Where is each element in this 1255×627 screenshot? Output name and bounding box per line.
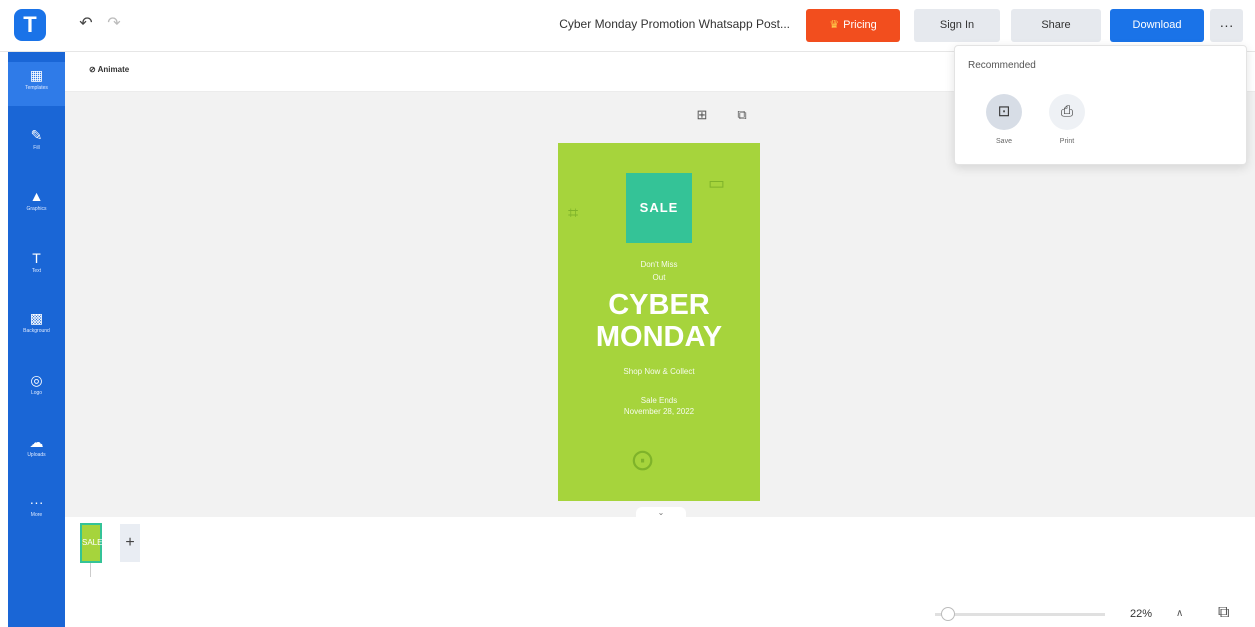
controller-decoration-icon: ⊙ bbox=[630, 444, 656, 477]
background-icon: ▩ bbox=[29, 310, 44, 326]
chevron-down-icon: ⌄ bbox=[657, 508, 665, 517]
pricing-button[interactable]: ♛ Pricing bbox=[806, 9, 900, 42]
pricing-label: Pricing bbox=[843, 19, 877, 31]
undo-icon[interactable]: ↶ bbox=[76, 14, 96, 34]
thumbnail-marker bbox=[90, 563, 91, 577]
animate-button[interactable]: ⊘ Animate bbox=[89, 65, 129, 74]
zoom-slider[interactable] bbox=[935, 613, 1105, 616]
text-icon: T bbox=[32, 250, 41, 266]
dropdown-heading: Recommended bbox=[968, 60, 1036, 71]
share-button[interactable]: Share bbox=[1011, 9, 1101, 42]
sidebar-item-background[interactable]: ▩ Background bbox=[8, 305, 65, 349]
print-option[interactable]: ⎙ Print bbox=[1042, 94, 1092, 145]
sidebar-item-graphics[interactable]: ▲ Graphics bbox=[8, 183, 65, 227]
sidebar-item-logo[interactable]: ◎ Logo bbox=[8, 367, 65, 411]
save-option[interactable]: ⊡ Save bbox=[979, 94, 1029, 145]
sidebar-item-label: Fill bbox=[33, 145, 40, 151]
design-canvas[interactable]: ⌗ ▭ ⊙ SALE Don't Miss Out CYBER MONDAY S… bbox=[558, 143, 760, 501]
sidebar-item-text[interactable]: T Text bbox=[8, 245, 65, 289]
app-logo[interactable]: T bbox=[14, 9, 46, 41]
sidebar-item-label: Uploads bbox=[27, 452, 46, 458]
sign-in-button[interactable]: Sign In bbox=[914, 9, 1000, 42]
poster-line5[interactable]: November 28, 2022 bbox=[558, 407, 760, 416]
more-icon: ··· bbox=[29, 494, 44, 510]
poster-headline1[interactable]: CYBER bbox=[558, 289, 760, 321]
animate-icon: ⊘ bbox=[89, 65, 98, 74]
sidebar-item-label: Graphics bbox=[26, 206, 47, 212]
download-dropdown: Recommended ⊡ Save ⎙ Print bbox=[954, 45, 1247, 165]
chevron-up-icon[interactable]: ∧ bbox=[1176, 608, 1183, 619]
sidebar-item-uploads[interactable]: ☁ Uploads bbox=[8, 429, 65, 473]
zoom-slider-handle[interactable] bbox=[941, 607, 955, 621]
poster-line2[interactable]: Out bbox=[558, 273, 760, 282]
sidebar-item-label: Text bbox=[31, 268, 42, 274]
print-label: Print bbox=[1059, 138, 1075, 145]
save-icon: ⊡ bbox=[986, 94, 1022, 130]
document-title[interactable]: Cyber Monday Promotion Whatsapp Post... bbox=[520, 17, 790, 31]
sidebar-item-fill[interactable]: ✎ Fill bbox=[8, 122, 65, 166]
sidebar-item-label: Templates bbox=[25, 85, 48, 91]
templates-icon: ▦ bbox=[29, 67, 44, 83]
poster-line1[interactable]: Don't Miss bbox=[558, 260, 760, 269]
sidebar-item-label: Logo bbox=[30, 390, 43, 396]
logo-icon: ◎ bbox=[30, 372, 43, 388]
print-icon: ⎙ bbox=[1049, 94, 1085, 130]
redo-icon[interactable]: ↷ bbox=[104, 14, 124, 34]
monitor-decoration-icon: ▭ bbox=[708, 173, 726, 193]
add-page-icon[interactable]: ⊞ bbox=[695, 108, 709, 122]
cloud-upload-icon: ☁ bbox=[29, 434, 44, 450]
save-label: Save bbox=[996, 138, 1012, 145]
poster-headline2[interactable]: MONDAY bbox=[558, 321, 760, 353]
sidebar-item-templates[interactable]: ▦ Templates bbox=[8, 62, 65, 106]
gamepad-decoration-icon: ⌗ bbox=[568, 203, 579, 223]
poster-line4[interactable]: Sale Ends bbox=[558, 396, 760, 405]
sidebar: ▦ Templates ✎ Fill ▲ Graphics T Text ▩ Backgr… bbox=[8, 52, 65, 627]
zoom-level[interactable]: 22% bbox=[1130, 608, 1152, 620]
download-button[interactable]: Download bbox=[1110, 9, 1204, 42]
crown-icon: ♛ bbox=[829, 19, 840, 31]
animate-label: Animate bbox=[97, 65, 130, 74]
thumbnail-sale-text: SALE bbox=[82, 538, 103, 547]
sidebar-item-more[interactable]: ··· More bbox=[8, 489, 65, 533]
duplicate-icon[interactable]: ⧉ bbox=[735, 108, 749, 122]
page-thumbnail[interactable]: SALE bbox=[80, 523, 102, 563]
sale-badge[interactable]: SALE bbox=[626, 173, 692, 243]
sidebar-item-label: Background bbox=[23, 328, 50, 334]
add-page-button[interactable]: + bbox=[120, 524, 140, 562]
fill-icon: ✎ bbox=[30, 127, 43, 143]
pages-icon[interactable]: ⧉ bbox=[1218, 604, 1229, 622]
sidebar-item-label: More bbox=[30, 512, 43, 518]
page-thumbnails bbox=[65, 517, 1255, 627]
poster-line3[interactable]: Shop Now & Collect bbox=[558, 367, 760, 376]
more-button[interactable]: ··· bbox=[1210, 9, 1243, 42]
graphics-icon: ▲ bbox=[29, 188, 44, 204]
